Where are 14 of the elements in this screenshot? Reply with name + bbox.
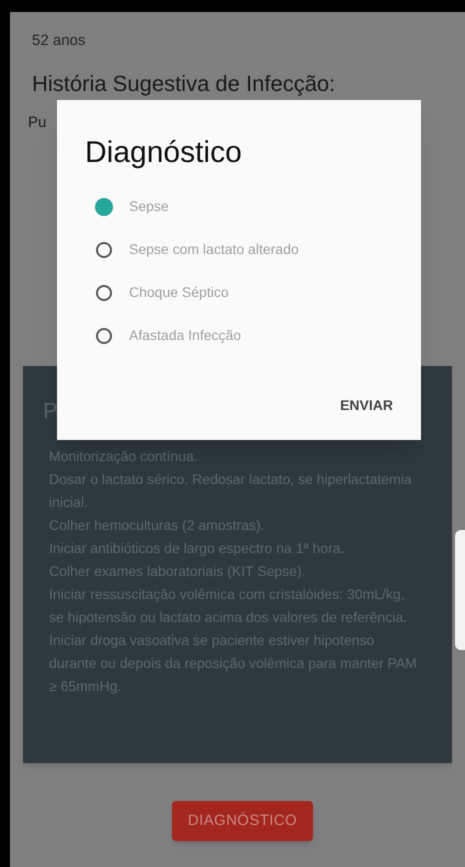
send-button[interactable]: ENVIAR	[336, 391, 397, 420]
radio-button[interactable]	[96, 242, 112, 258]
radio-option[interactable]: Choque Séptico	[95, 271, 237, 314]
dialog-title: Diagnóstico	[85, 135, 242, 171]
radio-option[interactable]: Afastada Infecção	[95, 314, 250, 357]
radio-button[interactable]	[95, 198, 113, 216]
diagnosis-button[interactable]: DIAGNÓSTICO	[172, 801, 314, 841]
radio-button[interactable]	[96, 284, 112, 300]
radio-option[interactable]: Sepse	[95, 185, 177, 228]
radio-option[interactable]: Sepse com lactato alterado	[95, 228, 307, 271]
age-text: 52 anos	[32, 31, 86, 51]
radio-button[interactable]	[96, 328, 112, 344]
section-heading: História Sugestiva de Infecção:	[32, 70, 336, 98]
history-text: Pu	[28, 112, 46, 132]
